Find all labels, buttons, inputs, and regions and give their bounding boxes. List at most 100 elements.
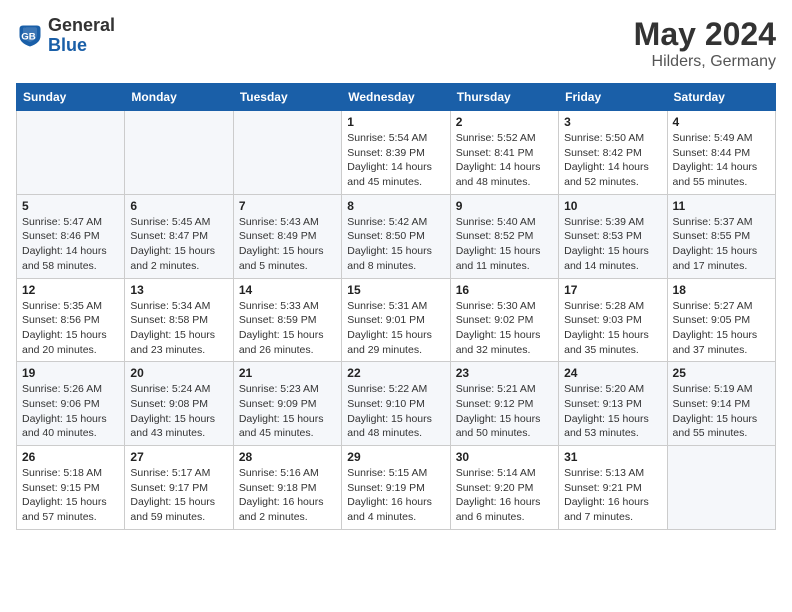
day-number: 31 bbox=[564, 450, 661, 464]
day-number: 24 bbox=[564, 366, 661, 380]
day-info: Sunrise: 5:49 AM Sunset: 8:44 PM Dayligh… bbox=[673, 131, 770, 190]
day-number: 23 bbox=[456, 366, 553, 380]
calendar-cell: 28 Sunrise: 5:16 AM Sunset: 9:18 PM Dayli… bbox=[233, 446, 341, 530]
calendar-cell: 4Sunrise: 5:49 AM Sunset: 8:44 PM Daylig… bbox=[667, 111, 775, 195]
calendar-cell: 20Sunrise: 5:24 AM Sunset: 9:08 PM Dayli… bbox=[125, 362, 233, 446]
day-number: 6 bbox=[130, 199, 227, 213]
calendar-cell: 14 Sunrise: 5:33 AM Sunset: 8:59 PM Dayli… bbox=[233, 278, 341, 362]
calendar-cell: 25 Sunrise: 5:19 AM Sunset: 9:14 PM Dayli… bbox=[667, 362, 775, 446]
day-info: Sunrise: 5:14 AM Sunset: 9:20 PM Dayligh… bbox=[456, 466, 553, 525]
day-number: 10 bbox=[564, 199, 661, 213]
calendar-cell: 3 Sunrise: 5:50 AM Sunset: 8:42 PM Daylig… bbox=[559, 111, 667, 195]
calendar-cell: 30 Sunrise: 5:14 AM Sunset: 9:20 PM Dayli… bbox=[450, 446, 558, 530]
logo-icon: GB bbox=[16, 22, 44, 50]
day-number: 26 bbox=[22, 450, 119, 464]
weekday-header-monday: Monday bbox=[125, 84, 233, 111]
day-info: Sunrise: 5:54 AM Sunset: 8:39 PM Dayligh… bbox=[347, 131, 444, 190]
calendar-week-row: 26 Sunrise: 5:18 AM Sunset: 9:15 PM Dayli… bbox=[17, 446, 776, 530]
calendar-cell: 29Sunrise: 5:15 AM Sunset: 9:19 PM Dayli… bbox=[342, 446, 450, 530]
weekday-header-row: SundayMondayTuesdayWednesdayThursdayFrid… bbox=[17, 84, 776, 111]
calendar-cell: 15Sunrise: 5:31 AM Sunset: 9:01 PM Dayli… bbox=[342, 278, 450, 362]
weekday-header-tuesday: Tuesday bbox=[233, 84, 341, 111]
calendar-cell: 16 Sunrise: 5:30 AM Sunset: 9:02 PM Dayli… bbox=[450, 278, 558, 362]
day-number: 28 bbox=[239, 450, 336, 464]
day-info: Sunrise: 5:30 AM Sunset: 9:02 PM Dayligh… bbox=[456, 299, 553, 358]
logo-text: General Blue bbox=[48, 16, 115, 56]
calendar-cell: 18Sunrise: 5:27 AM Sunset: 9:05 PM Dayli… bbox=[667, 278, 775, 362]
calendar-cell: 2 Sunrise: 5:52 AM Sunset: 8:41 PM Daylig… bbox=[450, 111, 558, 195]
calendar-title: May 2024 bbox=[634, 16, 776, 53]
calendar-cell: 13 Sunrise: 5:34 AM Sunset: 8:58 PM Dayli… bbox=[125, 278, 233, 362]
day-info: Sunrise: 5:16 AM Sunset: 9:18 PM Dayligh… bbox=[239, 466, 336, 525]
day-info: Sunrise: 5:18 AM Sunset: 9:15 PM Dayligh… bbox=[22, 466, 119, 525]
logo: GB General Blue bbox=[16, 16, 115, 56]
day-info: Sunrise: 5:45 AM Sunset: 8:47 PM Dayligh… bbox=[130, 215, 227, 274]
calendar-week-row: 12Sunrise: 5:35 AM Sunset: 8:56 PM Dayli… bbox=[17, 278, 776, 362]
calendar-cell: 23 Sunrise: 5:21 AM Sunset: 9:12 PM Dayli… bbox=[450, 362, 558, 446]
day-number: 12 bbox=[22, 283, 119, 297]
weekday-header-sunday: Sunday bbox=[17, 84, 125, 111]
day-number: 2 bbox=[456, 115, 553, 129]
calendar-cell: 24 Sunrise: 5:20 AM Sunset: 9:13 PM Dayli… bbox=[559, 362, 667, 446]
calendar-cell: 26 Sunrise: 5:18 AM Sunset: 9:15 PM Dayli… bbox=[17, 446, 125, 530]
day-number: 5 bbox=[22, 199, 119, 213]
calendar-cell: 8 Sunrise: 5:42 AM Sunset: 8:50 PM Daylig… bbox=[342, 194, 450, 278]
calendar-cell: 12Sunrise: 5:35 AM Sunset: 8:56 PM Dayli… bbox=[17, 278, 125, 362]
weekday-header-friday: Friday bbox=[559, 84, 667, 111]
calendar-cell: 19 Sunrise: 5:26 AM Sunset: 9:06 PM Dayli… bbox=[17, 362, 125, 446]
day-number: 9 bbox=[456, 199, 553, 213]
day-info: Sunrise: 5:50 AM Sunset: 8:42 PM Dayligh… bbox=[564, 131, 661, 190]
day-number: 25 bbox=[673, 366, 770, 380]
calendar-cell bbox=[667, 446, 775, 530]
calendar-week-row: 5 Sunrise: 5:47 AM Sunset: 8:46 PM Daylig… bbox=[17, 194, 776, 278]
day-number: 13 bbox=[130, 283, 227, 297]
day-number: 14 bbox=[239, 283, 336, 297]
calendar-cell: 5 Sunrise: 5:47 AM Sunset: 8:46 PM Daylig… bbox=[17, 194, 125, 278]
calendar-cell: 10Sunrise: 5:39 AM Sunset: 8:53 PM Dayli… bbox=[559, 194, 667, 278]
day-number: 29 bbox=[347, 450, 444, 464]
day-info: Sunrise: 5:21 AM Sunset: 9:12 PM Dayligh… bbox=[456, 382, 553, 441]
day-info: Sunrise: 5:34 AM Sunset: 8:58 PM Dayligh… bbox=[130, 299, 227, 358]
day-info: Sunrise: 5:13 AM Sunset: 9:21 PM Dayligh… bbox=[564, 466, 661, 525]
day-info: Sunrise: 5:27 AM Sunset: 9:05 PM Dayligh… bbox=[673, 299, 770, 358]
day-info: Sunrise: 5:28 AM Sunset: 9:03 PM Dayligh… bbox=[564, 299, 661, 358]
title-block: May 2024 Hilders, Germany bbox=[634, 16, 776, 71]
day-number: 1 bbox=[347, 115, 444, 129]
day-info: Sunrise: 5:33 AM Sunset: 8:59 PM Dayligh… bbox=[239, 299, 336, 358]
calendar-cell bbox=[125, 111, 233, 195]
day-info: Sunrise: 5:26 AM Sunset: 9:06 PM Dayligh… bbox=[22, 382, 119, 441]
day-info: Sunrise: 5:47 AM Sunset: 8:46 PM Dayligh… bbox=[22, 215, 119, 274]
day-number: 21 bbox=[239, 366, 336, 380]
day-number: 11 bbox=[673, 199, 770, 213]
calendar-cell: 7Sunrise: 5:43 AM Sunset: 8:49 PM Daylig… bbox=[233, 194, 341, 278]
day-number: 3 bbox=[564, 115, 661, 129]
day-info: Sunrise: 5:22 AM Sunset: 9:10 PM Dayligh… bbox=[347, 382, 444, 441]
day-number: 8 bbox=[347, 199, 444, 213]
calendar-cell: 27Sunrise: 5:17 AM Sunset: 9:17 PM Dayli… bbox=[125, 446, 233, 530]
calendar-cell: 21Sunrise: 5:23 AM Sunset: 9:09 PM Dayli… bbox=[233, 362, 341, 446]
day-number: 16 bbox=[456, 283, 553, 297]
day-number: 30 bbox=[456, 450, 553, 464]
day-info: Sunrise: 5:40 AM Sunset: 8:52 PM Dayligh… bbox=[456, 215, 553, 274]
day-number: 22 bbox=[347, 366, 444, 380]
day-number: 19 bbox=[22, 366, 119, 380]
day-info: Sunrise: 5:52 AM Sunset: 8:41 PM Dayligh… bbox=[456, 131, 553, 190]
day-number: 15 bbox=[347, 283, 444, 297]
day-number: 27 bbox=[130, 450, 227, 464]
day-number: 20 bbox=[130, 366, 227, 380]
day-info: Sunrise: 5:20 AM Sunset: 9:13 PM Dayligh… bbox=[564, 382, 661, 441]
day-number: 17 bbox=[564, 283, 661, 297]
calendar-cell: 6 Sunrise: 5:45 AM Sunset: 8:47 PM Daylig… bbox=[125, 194, 233, 278]
weekday-header-saturday: Saturday bbox=[667, 84, 775, 111]
day-info: Sunrise: 5:19 AM Sunset: 9:14 PM Dayligh… bbox=[673, 382, 770, 441]
weekday-header-thursday: Thursday bbox=[450, 84, 558, 111]
calendar-cell: 31 Sunrise: 5:13 AM Sunset: 9:21 PM Dayli… bbox=[559, 446, 667, 530]
weekday-header-wednesday: Wednesday bbox=[342, 84, 450, 111]
calendar-cell bbox=[17, 111, 125, 195]
day-info: Sunrise: 5:43 AM Sunset: 8:49 PM Dayligh… bbox=[239, 215, 336, 274]
calendar-cell: 1 Sunrise: 5:54 AM Sunset: 8:39 PM Daylig… bbox=[342, 111, 450, 195]
calendar-location: Hilders, Germany bbox=[634, 53, 776, 71]
calendar-cell bbox=[233, 111, 341, 195]
calendar-week-row: 19 Sunrise: 5:26 AM Sunset: 9:06 PM Dayli… bbox=[17, 362, 776, 446]
day-info: Sunrise: 5:42 AM Sunset: 8:50 PM Dayligh… bbox=[347, 215, 444, 274]
